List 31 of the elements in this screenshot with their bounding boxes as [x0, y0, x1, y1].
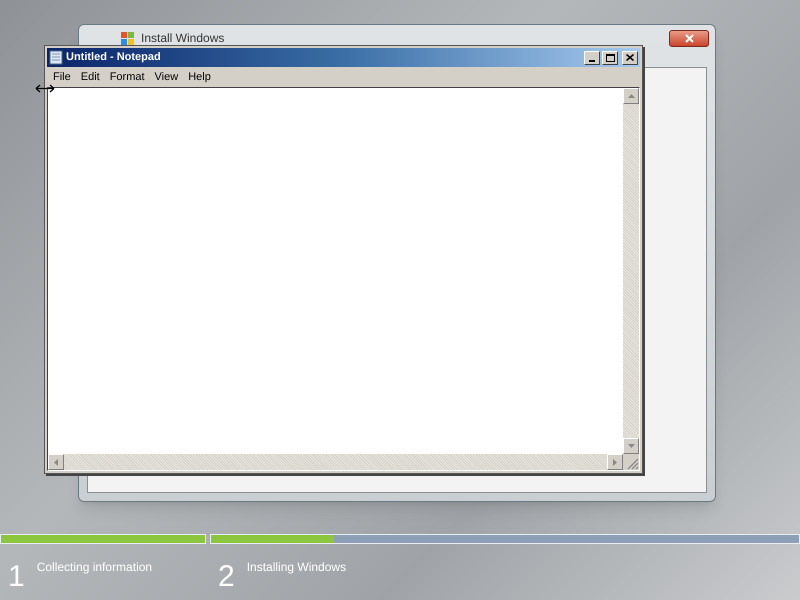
minimize-icon [589, 60, 595, 62]
step-number: 1 [8, 562, 25, 592]
resize-cursor-icon [35, 84, 55, 93]
step-label: Installing Windows [246, 559, 346, 576]
scroll-left-button[interactable] [48, 454, 64, 470]
close-icon [626, 54, 634, 61]
menu-item[interactable]: Format [106, 68, 149, 86]
window-title: Untitled - Notepad [66, 50, 161, 66]
scroll-up-button[interactable] [623, 88, 639, 104]
menu-item[interactable]: Help [184, 68, 215, 86]
left-arrow-icon [54, 458, 58, 466]
window-title: Install Windows [141, 30, 224, 47]
menu-item[interactable]: View [150, 68, 182, 86]
close-icon [684, 34, 694, 42]
flag-icon [121, 32, 135, 44]
notepad-icon [49, 50, 63, 65]
maximize-icon [606, 54, 614, 62]
down-arrow-icon [628, 444, 634, 448]
horizontal-scrollbar[interactable] [48, 454, 623, 470]
scroll-right-button[interactable] [607, 454, 623, 470]
menu-item[interactable]: Edit [76, 68, 104, 86]
minimize-button[interactable] [584, 50, 600, 64]
vertical-scrollbar[interactable] [623, 88, 639, 454]
step-label: Collecting information [36, 559, 152, 576]
right-arrow-icon [613, 458, 617, 466]
step-number: 2 [218, 562, 235, 592]
close-button[interactable] [669, 30, 709, 46]
up-arrow-icon [628, 94, 634, 98]
maximize-button[interactable] [602, 50, 618, 64]
menu-item[interactable]: File [49, 68, 75, 86]
scroll-down-button[interactable] [623, 438, 639, 454]
